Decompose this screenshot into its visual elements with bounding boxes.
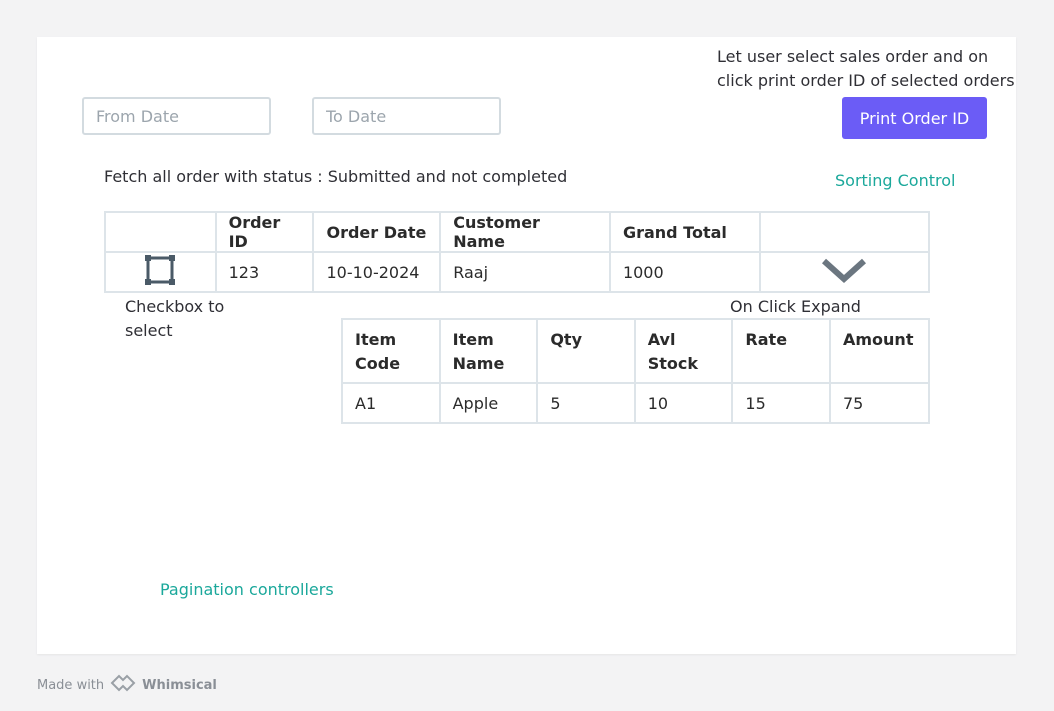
header-select — [104, 211, 217, 253]
checkbox-note: Checkbox to select — [125, 297, 225, 340]
to-date-input[interactable] — [312, 97, 501, 135]
checkbox-icon[interactable] — [145, 255, 176, 285]
header-expand — [758, 211, 931, 253]
table-row: A1 Apple 5 10 15 75 — [341, 382, 931, 424]
made-with-footer[interactable]: Made with Whimsical — [37, 673, 217, 697]
customer-name-cell: Raaj — [439, 251, 611, 293]
items-header-row: Item Code Item Name Qty Avl Stock Rate A… — [341, 318, 931, 384]
header-item-name: Item Name — [438, 318, 539, 384]
header-avl-stock: Avl Stock — [633, 318, 734, 384]
header-order-id[interactable]: Order ID — [214, 211, 315, 253]
select-cell[interactable] — [104, 251, 217, 293]
from-date-input[interactable] — [82, 97, 271, 135]
sorting-control-label[interactable]: Sorting Control — [835, 171, 955, 190]
brand-label: Whimsical — [142, 677, 217, 693]
expand-note: On Click Expand — [730, 297, 861, 316]
order-items-table: Item Code Item Name Qty Avl Stock Rate A… — [341, 318, 931, 424]
qty-cell: 5 — [536, 382, 636, 424]
print-note: Let user select sales order and on click… — [717, 47, 1015, 90]
rate-cell: 15 — [731, 382, 831, 424]
header-customer-name[interactable]: Customer Name — [439, 211, 611, 253]
amount-cell: 75 — [828, 382, 931, 424]
header-grand-total[interactable]: Grand Total — [608, 211, 761, 253]
header-amount: Amount — [828, 318, 931, 384]
pagination-controllers-label[interactable]: Pagination controllers — [160, 580, 334, 599]
item-code-cell: A1 — [341, 382, 441, 424]
header-item-code: Item Code — [341, 318, 441, 384]
grand-total-cell: 1000 — [608, 251, 761, 293]
made-with-label: Made with — [37, 677, 105, 693]
order-id-cell: 123 — [214, 251, 315, 293]
chevron-down-icon[interactable] — [820, 255, 868, 285]
orders-table: Order ID Order Date Customer Name Grand … — [104, 211, 931, 293]
header-rate: Rate — [731, 318, 831, 384]
header-qty: Qty — [536, 318, 636, 384]
expand-cell[interactable] — [758, 251, 931, 293]
print-order-id-button[interactable]: Print Order ID — [842, 97, 987, 139]
whimsical-logo-icon — [110, 673, 136, 697]
avl-stock-cell: 10 — [633, 382, 734, 424]
order-date-cell: 10-10-2024 — [312, 251, 442, 293]
table-row[interactable]: 123 10-10-2024 Raaj 1000 — [104, 251, 931, 293]
fetch-note: Fetch all order with status : Submitted … — [104, 167, 568, 186]
header-order-date[interactable]: Order Date — [312, 211, 442, 253]
wireframe-canvas: Let user select sales order and on click… — [37, 37, 1016, 654]
item-name-cell: Apple — [438, 382, 539, 424]
orders-header-row: Order ID Order Date Customer Name Grand … — [104, 211, 931, 253]
